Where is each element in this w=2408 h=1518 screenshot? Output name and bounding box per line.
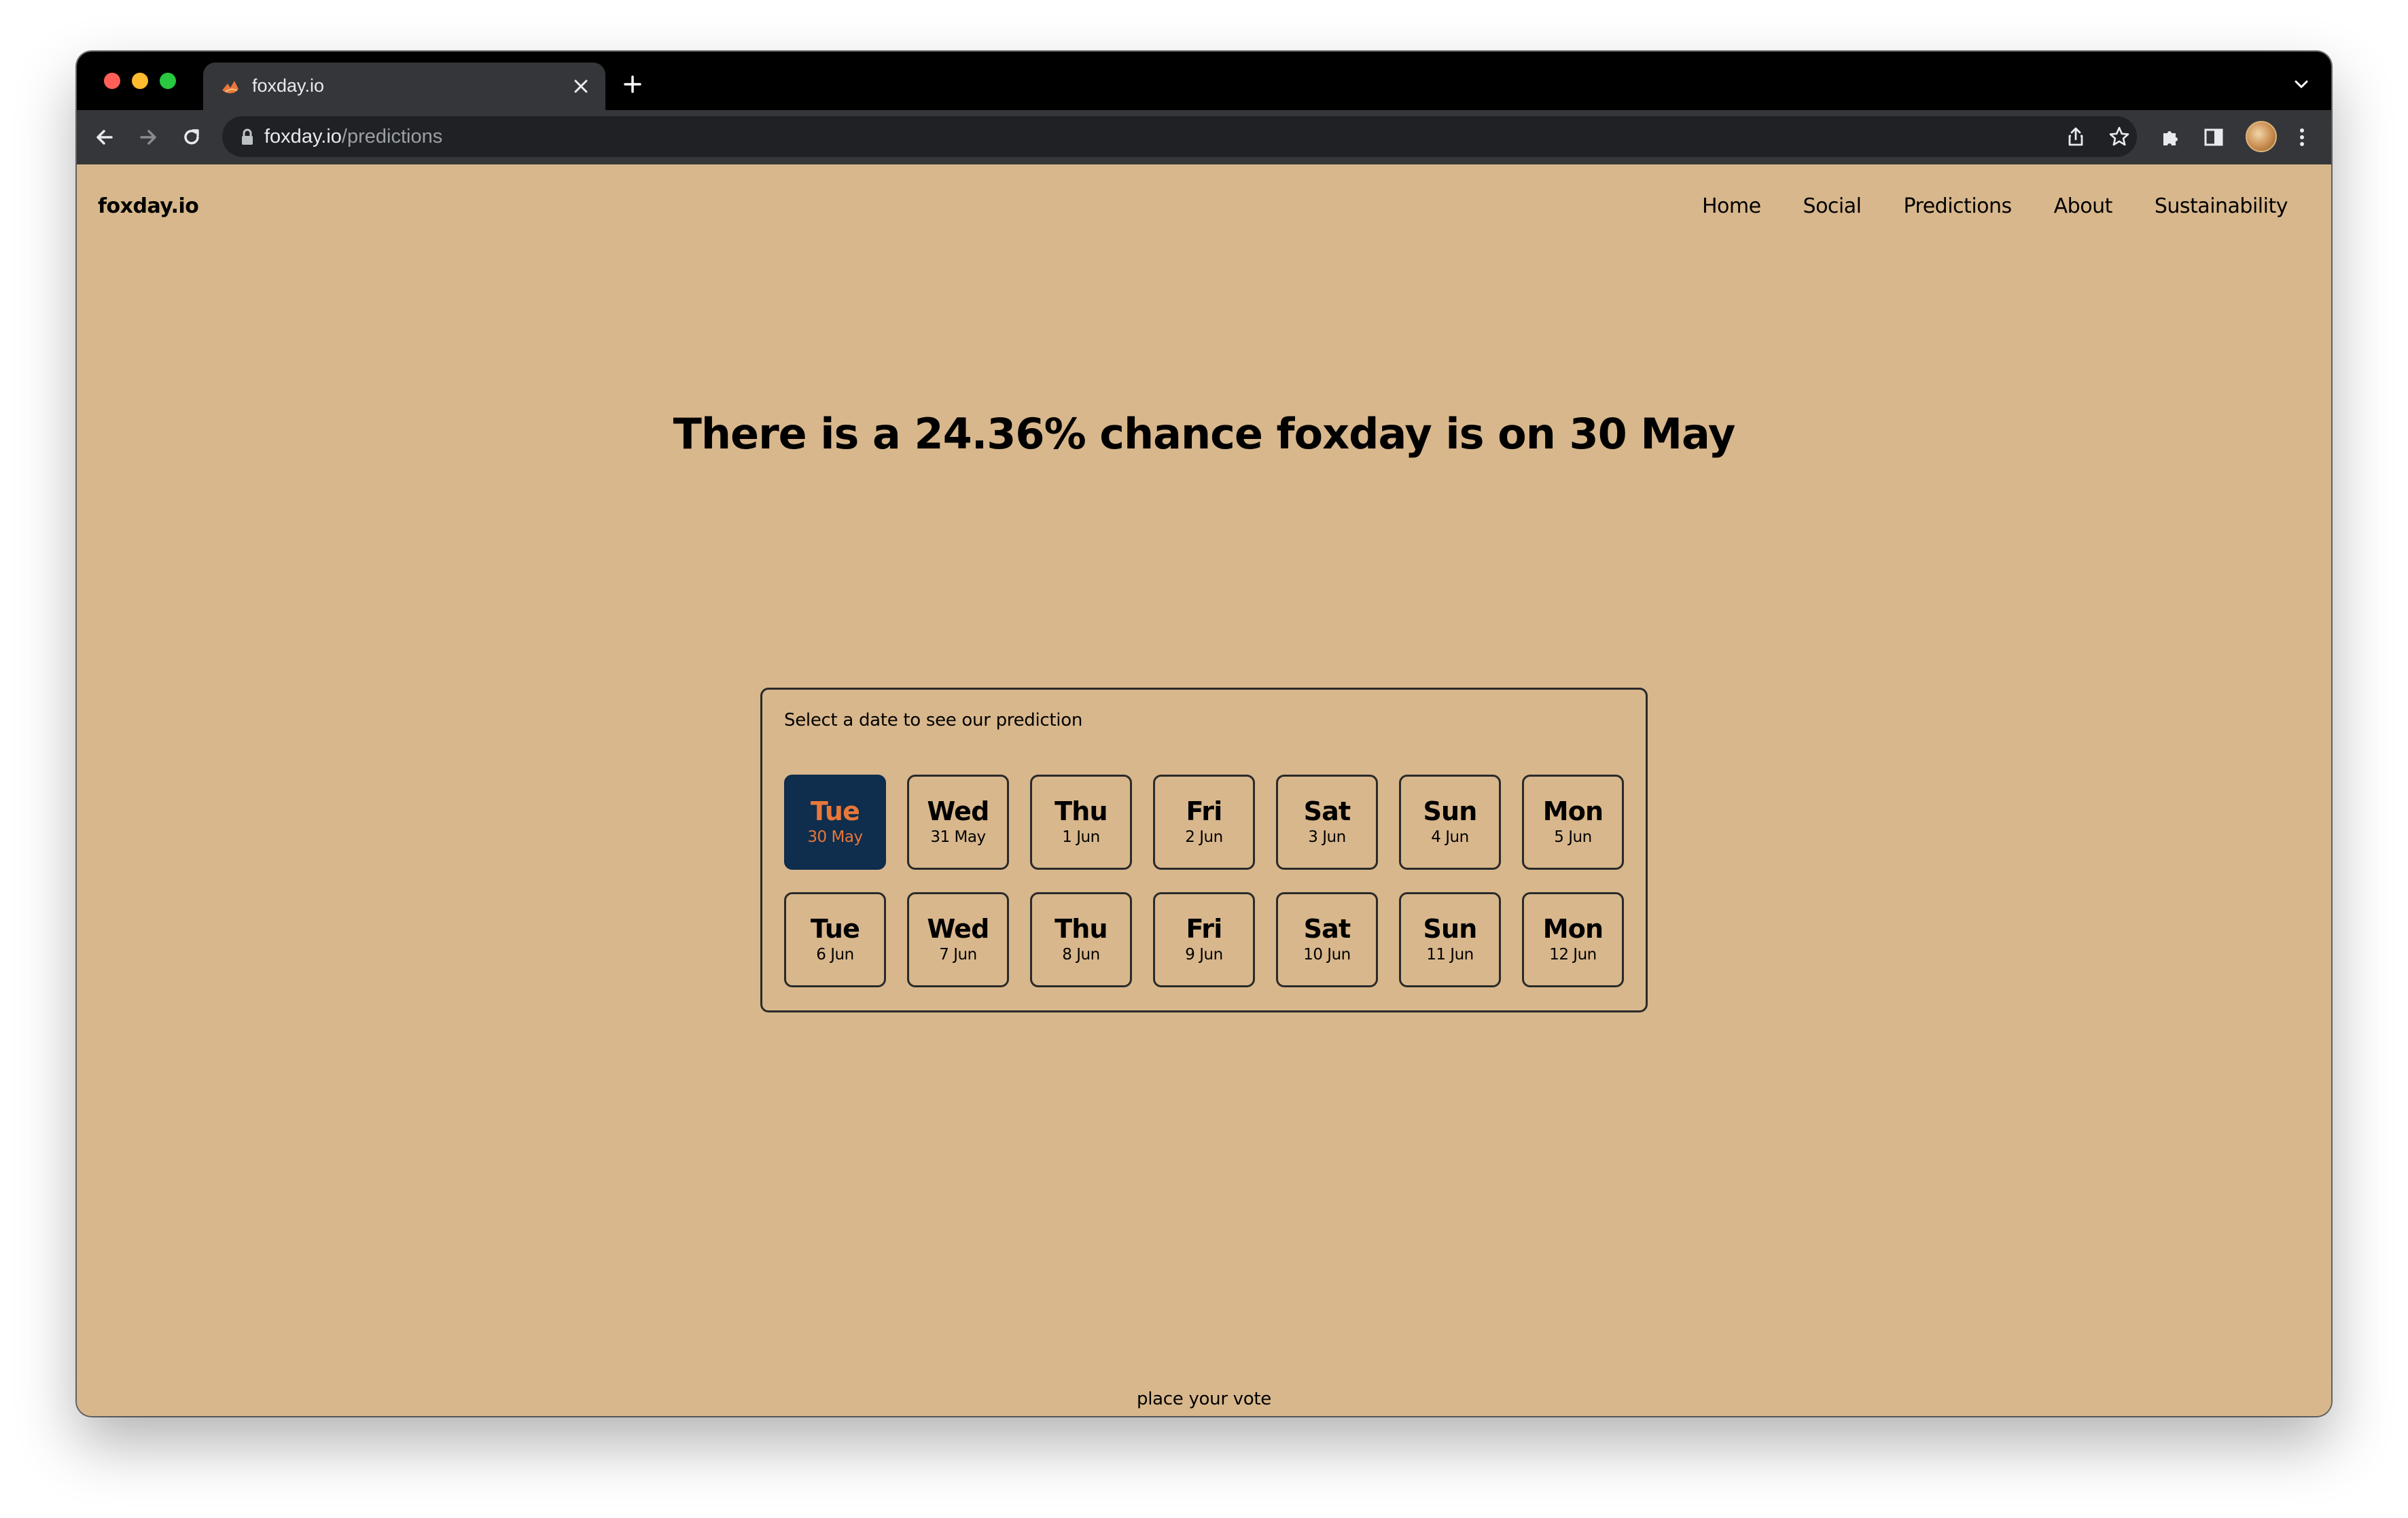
prediction-headline: There is a 24.36% chance foxday is on 30… xyxy=(673,409,1736,459)
date-button[interactable]: Thu 1 Jun xyxy=(1030,775,1132,870)
address-bar[interactable]: foxday.io/predictions xyxy=(222,116,2137,157)
date-weekday: Sun xyxy=(1423,796,1477,826)
date-label: 11 Jun xyxy=(1426,946,1474,964)
url-path: /predictions xyxy=(341,126,443,147)
extensions-puzzle-icon[interactable] xyxy=(2153,120,2187,154)
date-label: 7 Jun xyxy=(939,946,977,964)
date-label: 5 Jun xyxy=(1554,828,1592,846)
lock-icon[interactable] xyxy=(238,128,256,147)
nav-about[interactable]: About xyxy=(2054,194,2113,218)
date-label: 3 Jun xyxy=(1308,828,1346,846)
date-weekday: Mon xyxy=(1542,796,1604,826)
site-logo[interactable]: foxday.io xyxy=(98,194,199,218)
date-weekday: Thu xyxy=(1055,796,1108,826)
date-label: 10 Jun xyxy=(1303,946,1351,964)
new-tab-plus-icon[interactable] xyxy=(618,69,648,99)
reload-icon[interactable] xyxy=(175,120,209,154)
date-label: 6 Jun xyxy=(816,946,854,964)
date-picker: Select a date to see our prediction Tue … xyxy=(760,688,1648,1012)
browser-window: foxday.io foxday.io/predictions foxday.i… xyxy=(77,52,2331,1416)
date-label: 31 May xyxy=(930,828,986,846)
nav-home[interactable]: Home xyxy=(1702,194,1761,218)
date-weekday: Sat xyxy=(1303,796,1351,826)
browser-toolbar: foxday.io/predictions xyxy=(77,110,2331,164)
close-window-button[interactable] xyxy=(104,73,120,89)
date-button-selected[interactable]: Tue 30 May xyxy=(784,775,886,870)
date-weekday: Tue xyxy=(810,796,860,826)
tab-title: foxday.io xyxy=(252,75,325,96)
main-nav: Home Social Predictions About Sustainabi… xyxy=(1702,194,2288,218)
browser-menu-kebab-icon[interactable] xyxy=(2285,120,2319,154)
nav-sustainability[interactable]: Sustainability xyxy=(2155,194,2288,218)
date-button[interactable]: Sun 11 Jun xyxy=(1399,892,1501,987)
nav-social[interactable]: Social xyxy=(1803,194,1862,218)
url-host: foxday.io xyxy=(264,126,342,147)
date-button[interactable]: Sat 10 Jun xyxy=(1276,892,1378,987)
date-button[interactable]: Wed 7 Jun xyxy=(907,892,1009,987)
date-button[interactable]: Sun 4 Jun xyxy=(1399,775,1501,870)
tab-search-chevron-down-icon[interactable] xyxy=(2288,71,2315,98)
date-label: 9 Jun xyxy=(1185,946,1223,964)
url-text[interactable]: foxday.io/predictions xyxy=(264,126,442,148)
date-label: 2 Jun xyxy=(1185,828,1223,846)
date-weekday: Wed xyxy=(927,914,989,944)
date-button[interactable]: Mon 5 Jun xyxy=(1522,775,1624,870)
side-panel-icon[interactable] xyxy=(2197,120,2231,154)
date-button[interactable]: Sat 3 Jun xyxy=(1276,775,1378,870)
profile-avatar[interactable] xyxy=(2246,121,2277,152)
tab-strip: foxday.io xyxy=(77,52,2331,110)
date-label: 12 Jun xyxy=(1549,946,1597,964)
date-weekday: Sun xyxy=(1423,914,1477,944)
maximize-window-button[interactable] xyxy=(160,73,176,89)
nav-predictions[interactable]: Predictions xyxy=(1903,194,2012,218)
back-arrow-icon[interactable] xyxy=(88,120,122,154)
date-label: 8 Jun xyxy=(1062,946,1100,964)
date-weekday: Thu xyxy=(1055,914,1108,944)
date-button[interactable]: Fri 2 Jun xyxy=(1153,775,1255,870)
date-label: 1 Jun xyxy=(1062,828,1100,846)
forward-arrow-icon[interactable] xyxy=(131,120,165,154)
date-weekday: Sat xyxy=(1303,914,1351,944)
place-vote-link[interactable]: place your vote xyxy=(77,1389,2331,1409)
close-tab-icon[interactable] xyxy=(566,71,596,101)
date-weekday: Tue xyxy=(810,914,860,944)
date-weekday: Fri xyxy=(1186,796,1223,826)
date-picker-label: Select a date to see our prediction xyxy=(784,710,1083,730)
date-button[interactable]: Mon 12 Jun xyxy=(1522,892,1624,987)
date-button[interactable]: Thu 8 Jun xyxy=(1030,892,1132,987)
active-tab[interactable]: foxday.io xyxy=(203,63,605,110)
date-label: 30 May xyxy=(807,828,863,846)
date-label: 4 Jun xyxy=(1431,828,1469,846)
minimize-window-button[interactable] xyxy=(132,73,148,89)
bookmark-star-icon[interactable] xyxy=(2104,122,2134,152)
date-button[interactable]: Fri 9 Jun xyxy=(1153,892,1255,987)
date-weekday: Fri xyxy=(1186,914,1223,944)
date-button[interactable]: Tue 6 Jun xyxy=(784,892,886,987)
share-icon[interactable] xyxy=(2061,122,2091,152)
date-weekday: Mon xyxy=(1542,914,1604,944)
fox-favicon-icon xyxy=(218,74,243,99)
date-button[interactable]: Wed 31 May xyxy=(907,775,1009,870)
date-weekday: Wed xyxy=(927,796,989,826)
page-content: foxday.io Home Social Predictions About … xyxy=(77,164,2331,1416)
